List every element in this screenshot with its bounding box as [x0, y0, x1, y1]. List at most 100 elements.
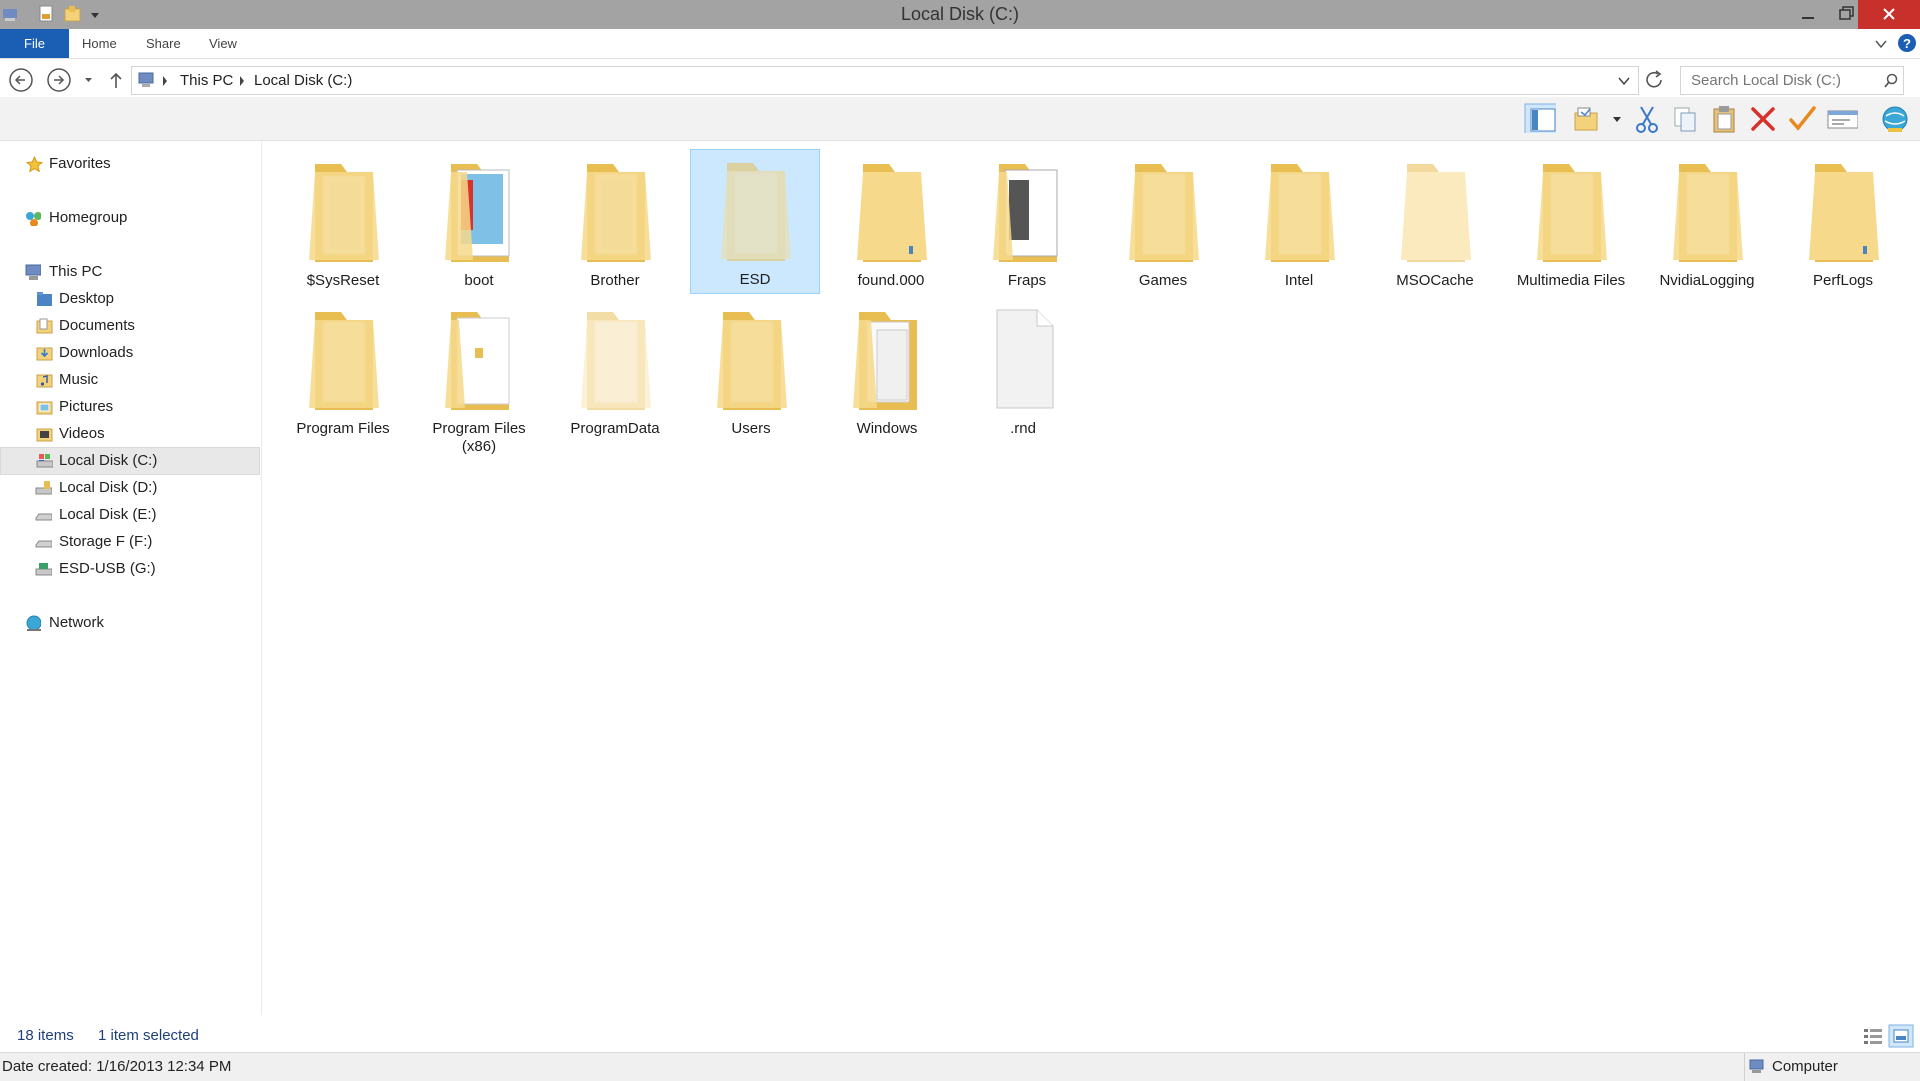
nav-favorites[interactable]: Favorites: [0, 151, 258, 177]
breadcrumb-local-disk-c[interactable]: Local Disk (C:): [254, 72, 352, 89]
search-input[interactable]: [1689, 71, 1873, 90]
minimize-button[interactable]: [1788, 0, 1828, 29]
close-button[interactable]: [1858, 0, 1920, 29]
nav-music[interactable]: Music: [0, 367, 258, 393]
downloads-folder-icon: [36, 347, 53, 361]
navigation-pane: Favorites Homegroup This PC Desktop Docu…: [0, 141, 262, 1015]
tab-home[interactable]: Home: [82, 29, 117, 58]
file-item[interactable]: Program Files (x86): [414, 298, 544, 455]
tab-file[interactable]: File: [0, 29, 69, 58]
selection-count: 1 item selected: [98, 1027, 199, 1044]
nav-this-pc[interactable]: This PC: [0, 259, 258, 285]
tab-share[interactable]: Share: [146, 29, 181, 58]
folder-icon: [1673, 164, 1743, 262]
nav-downloads[interactable]: Downloads: [0, 340, 258, 366]
nav-storage-f[interactable]: Storage F (F:): [0, 529, 258, 555]
address-dropdown-icon[interactable]: [1616, 74, 1632, 88]
address-bar[interactable]: This PC Local Disk (C:): [131, 66, 1639, 95]
nav-pictures[interactable]: Pictures: [0, 394, 258, 420]
search-icon[interactable]: [1883, 73, 1899, 89]
folder-icon: [1265, 164, 1335, 262]
drive-icon: [35, 513, 52, 521]
chevron-right-icon: [163, 76, 167, 86]
folder-icon: [1401, 164, 1471, 262]
up-icon[interactable]: [104, 67, 130, 93]
divider: [1744, 1053, 1745, 1081]
nav-local-disk-c[interactable]: Local Disk (C:): [0, 447, 260, 475]
chevron-right-icon[interactable]: [238, 75, 246, 87]
folder-options-icon[interactable]: [1572, 104, 1604, 134]
file-item-selected[interactable]: ESD: [690, 149, 820, 294]
videos-folder-icon: [36, 428, 53, 442]
nav-esd-usb-g[interactable]: ESD-USB (G:): [0, 556, 258, 582]
folder-icon: [309, 164, 379, 262]
preview-pane-icon[interactable]: [1524, 103, 1556, 133]
copy-icon[interactable]: [1670, 104, 1702, 134]
file-item[interactable]: boot: [414, 150, 544, 295]
file-item[interactable]: Windows: [822, 298, 952, 443]
title-bar: Local Disk (C:): [0, 0, 1920, 29]
refresh-icon[interactable]: [1643, 69, 1667, 91]
network-icon: [26, 615, 41, 631]
file-item[interactable]: .rnd: [958, 298, 1088, 443]
file-item[interactable]: $SysReset: [278, 150, 408, 295]
help-icon[interactable]: ?: [1897, 33, 1917, 53]
folder-icon: [1809, 164, 1879, 262]
folder-icon: [993, 164, 1058, 262]
file-item[interactable]: found.000: [826, 150, 956, 295]
nav-videos[interactable]: Videos: [0, 421, 258, 447]
folder-icon: [721, 163, 791, 261]
window-title: Local Disk (C:): [900, 4, 1020, 24]
breadcrumb-this-pc[interactable]: This PC: [180, 72, 233, 89]
expand-ribbon-icon[interactable]: [1873, 36, 1889, 52]
file-item[interactable]: Intel: [1234, 150, 1364, 295]
file-item[interactable]: ProgramData: [550, 298, 680, 443]
folder-icon: [717, 312, 787, 410]
homegroup-icon: [26, 212, 41, 226]
file-item[interactable]: Multimedia Files: [1506, 150, 1636, 295]
details-view-icon[interactable]: [1862, 1026, 1884, 1046]
delete-icon[interactable]: [1748, 104, 1780, 134]
nav-local-disk-e[interactable]: Local Disk (E:): [0, 502, 258, 528]
nav-homegroup[interactable]: Homegroup: [0, 205, 258, 231]
file-item[interactable]: Games: [1098, 150, 1228, 295]
network-globe-icon[interactable]: [1878, 104, 1910, 134]
folder-icon: [581, 164, 651, 262]
file-item[interactable]: Program Files: [278, 298, 408, 443]
star-icon: [26, 156, 43, 172]
nav-local-disk-d[interactable]: Local Disk (D:): [0, 475, 258, 501]
rename-icon[interactable]: [1787, 104, 1819, 134]
desktop-folder-icon: [37, 292, 52, 306]
navigation-bar: This PC Local Disk (C:): [0, 61, 1920, 97]
ribbon-tabs: File Home Share View ?: [0, 29, 1920, 59]
properties-icon[interactable]: [1826, 104, 1858, 134]
tab-view[interactable]: View: [209, 29, 237, 58]
folder-icon: [445, 312, 510, 410]
back-icon[interactable]: [8, 67, 34, 93]
file-icon: [996, 309, 1054, 409]
file-item[interactable]: PerfLogs: [1778, 150, 1908, 295]
status-bar: 18 items 1 item selected: [0, 1018, 1920, 1052]
large-icons-view-icon[interactable]: [1888, 1024, 1914, 1048]
forward-icon[interactable]: [46, 67, 72, 93]
file-item[interactable]: MSOCache: [1370, 150, 1500, 295]
computer-icon: [1749, 1059, 1764, 1073]
search-box[interactable]: [1680, 66, 1904, 95]
file-item[interactable]: Users: [686, 298, 816, 443]
nav-network[interactable]: Network: [0, 610, 258, 636]
folder-icon: [309, 312, 379, 410]
details-bar: Date created: 1/16/2013 12:34 PM Compute…: [0, 1052, 1920, 1081]
file-item[interactable]: NvidiaLogging: [1642, 150, 1772, 295]
nav-desktop[interactable]: Desktop: [0, 286, 258, 312]
file-list[interactable]: $SysReset boot Brother ESD found.000 Fra…: [262, 141, 1920, 1015]
nav-documents[interactable]: Documents: [0, 313, 258, 339]
folder-icon: [853, 312, 917, 410]
item-count: 18 items: [17, 1027, 74, 1044]
file-item[interactable]: Brother: [550, 150, 680, 295]
folder-icon: [857, 164, 927, 262]
system-drive-icon: [36, 454, 53, 468]
file-item[interactable]: Fraps: [962, 150, 1092, 295]
cut-icon[interactable]: [1632, 104, 1664, 134]
paste-icon[interactable]: [1709, 104, 1741, 134]
pictures-folder-icon: [36, 401, 53, 415]
